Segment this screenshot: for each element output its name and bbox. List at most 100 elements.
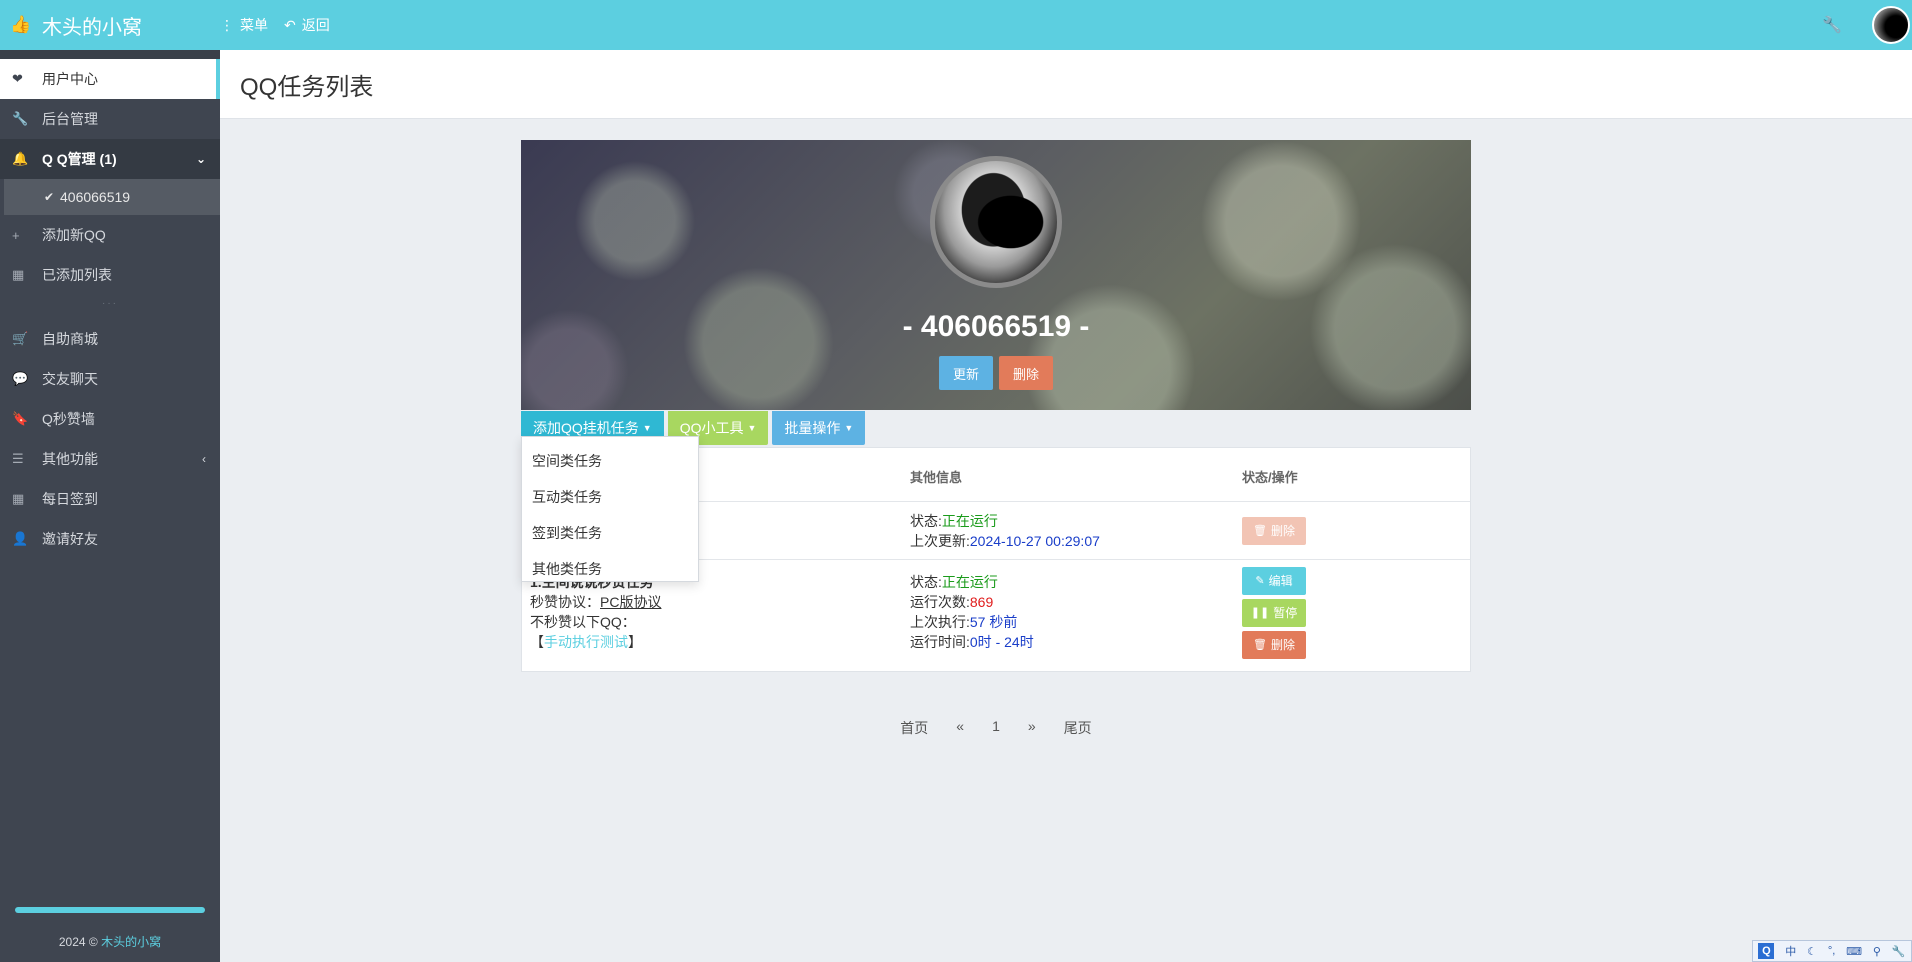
sidebar-subitem-qq[interactable]: ✔ 406066519: [0, 179, 220, 215]
runs-value: 869: [969, 594, 994, 610]
sidebar-item-shop[interactable]: 🛒 自助商城: [0, 319, 220, 359]
table-icon: ▦: [12, 267, 25, 282]
edit-button[interactable]: ✎ 编辑: [1242, 567, 1306, 595]
trash-icon: 🗑: [1253, 639, 1267, 651]
sidebar-item-qq-manage[interactable]: 🔔 Q Q管理 (1) ⌄: [0, 139, 220, 179]
ime-toolbar: Q 中 ☾ °, ⌨ ⚲ 🔧: [1752, 940, 1912, 962]
chat-bubble-icon: 💬: [12, 371, 29, 386]
row2-ops: ✎ 编辑 ❚❚ 暂停 🗑 删除: [1242, 567, 1306, 663]
chevron-down-icon: ⌄: [195, 152, 206, 166]
row1-ops: 🗑 删除: [1242, 517, 1306, 549]
row2-delete-label: 删除: [1270, 638, 1295, 652]
sidebar-item-other[interactable]: ☰ 其他功能 ‹: [0, 439, 220, 479]
run-time-value: 0时 - 24时: [969, 634, 1034, 650]
protocol-value[interactable]: PC版协议: [600, 594, 661, 610]
caret-down-icon: ▼: [747, 423, 757, 433]
sidebar: ❤ 用户中心 🔧 后台管理 🔔 Q Q管理 (1) ⌄ ✔ 406066519 …: [0, 50, 220, 962]
sidebar-item-add-qq[interactable]: + 添加新QQ: [0, 215, 220, 255]
delete-qq-button[interactable]: 删除: [999, 356, 1053, 390]
page-header: QQ任务列表: [220, 50, 1912, 119]
pager-page[interactable]: 1: [992, 718, 1000, 738]
row1-delete-label: 删除: [1270, 524, 1295, 538]
last-run-value: 57 秒前: [969, 614, 1018, 630]
protocol-label: 秒赞协议：: [530, 594, 600, 610]
ime-lang[interactable]: 中: [1785, 943, 1796, 959]
qq-avatar: [930, 156, 1062, 288]
qq-tools-label: QQ小工具: [679, 420, 744, 436]
pager-first[interactable]: 首页: [900, 718, 928, 738]
check-icon: ✔: [44, 190, 55, 204]
updated-label: 上次更新:: [910, 533, 970, 549]
heart-icon: ❤: [12, 71, 23, 86]
run-time-label: 运行时间:: [910, 634, 970, 650]
user-avatar[interactable]: [1872, 6, 1910, 44]
bell-icon: 🔔: [12, 151, 29, 166]
bookmark-icon: 🔖: [12, 411, 29, 426]
sidebar-item-label: 后台管理: [42, 111, 98, 127]
qq-number: - 406066519 -: [902, 310, 1090, 343]
brand[interactable]: 👍 木头的小窝: [0, 11, 220, 40]
dropdown-item-space[interactable]: 空间类任务: [522, 443, 698, 479]
batch-ops-label: 批量操作: [784, 420, 841, 436]
footer-year: 2024 ©: [58, 935, 98, 949]
dropdown-item-checkin[interactable]: 签到类任务: [522, 515, 698, 551]
top-right: 🔧: [1822, 0, 1912, 50]
sidebar-item-invite[interactable]: 👤 邀请好友: [0, 519, 220, 559]
sidebar-item-checkin[interactable]: ▦ 每日签到: [0, 479, 220, 519]
manual-run-link[interactable]: 手动执行测试: [544, 634, 628, 650]
sidebar-item-label: 每日签到: [42, 491, 98, 507]
punctuation-icon[interactable]: °,: [1828, 945, 1835, 957]
row2-delete-button[interactable]: 🗑 删除: [1242, 631, 1306, 659]
pagination: 首页 « 1 » 尾页: [521, 718, 1471, 738]
moon-icon[interactable]: ☾: [1807, 945, 1817, 958]
list-icon: ☰: [12, 451, 24, 466]
pager-last[interactable]: 尾页: [1064, 718, 1092, 738]
footer-link[interactable]: 木头的小窝: [101, 935, 161, 949]
sidebar-item-added-list[interactable]: ▦ 已添加列表: [0, 255, 220, 295]
sidebar-item-chat[interactable]: 💬 交友聊天: [0, 359, 220, 399]
status-label: 状态:: [910, 574, 942, 590]
back-label: 返回: [301, 17, 330, 33]
row1-delete-button[interactable]: 🗑 删除: [1242, 517, 1306, 545]
pager-next[interactable]: »: [1028, 718, 1036, 738]
pause-label: 暂停: [1273, 606, 1298, 620]
sidebar-item-label: 添加新QQ: [42, 227, 106, 243]
menu-label: 菜单: [240, 17, 268, 33]
sidebar-item-label: Q Q管理 (1): [42, 151, 117, 167]
bracket-close: 】: [628, 634, 642, 650]
menu-button[interactable]: ⋮ 菜单: [220, 15, 268, 35]
pause-button[interactable]: ❚❚ 暂停: [1242, 599, 1306, 627]
keyboard-icon[interactable]: ⌨: [1846, 945, 1862, 958]
dropdown-item-other[interactable]: 其他类任务: [522, 551, 698, 587]
batch-ops-button[interactable]: 批量操作 ▼: [772, 411, 866, 445]
chevron-left-icon: ‹: [202, 452, 206, 466]
back-button[interactable]: ↶ 返回: [284, 15, 330, 35]
sidebar-item-like-wall[interactable]: 🔖 Q秒赞墙: [0, 399, 220, 439]
edit-icon: ✎: [1255, 575, 1265, 587]
vertical-dots-icon: ⋮: [220, 16, 234, 33]
pause-icon: ❚❚: [1250, 607, 1270, 619]
dropdown-item-interact[interactable]: 互动类任务: [522, 479, 698, 515]
user-plus-icon: 👤: [12, 531, 29, 546]
user-icon[interactable]: ⚲: [1873, 945, 1881, 958]
page-title: QQ任务列表: [240, 73, 374, 101]
sidebar-item-label: 用户中心: [42, 71, 98, 87]
header-status-ops: 状态/操作: [1242, 470, 1298, 485]
sidebar-item-user-center[interactable]: ❤ 用户中心: [0, 59, 220, 99]
sidebar-item-label: Q秒赞墙: [42, 411, 95, 427]
pager-prev[interactable]: «: [956, 718, 964, 738]
updated-value: 2024-10-27 00:29:07: [969, 533, 1100, 549]
sidebar-item-label: 已添加列表: [42, 267, 112, 283]
sidebar-item-admin[interactable]: 🔧 后台管理: [0, 99, 220, 139]
wrench-icon[interactable]: 🔧: [1892, 945, 1906, 958]
sidebar-strip: [0, 50, 220, 59]
row2-info: 状态:正在运行 运行次数:869 上次执行:57 秒前 运行时间:0时 - 24…: [910, 572, 1034, 652]
bracket-open: 【: [530, 634, 544, 650]
update-button[interactable]: 更新: [939, 356, 993, 390]
wrench-icon[interactable]: 🔧: [1822, 15, 1842, 35]
status-value: 正在运行: [941, 513, 998, 529]
sidebar-item-label: 邀请好友: [42, 531, 98, 547]
sidebar-subitem-label: 406066519: [60, 189, 131, 205]
sidebar-separator: ···: [102, 298, 118, 309]
ime-logo[interactable]: Q: [1758, 943, 1775, 959]
